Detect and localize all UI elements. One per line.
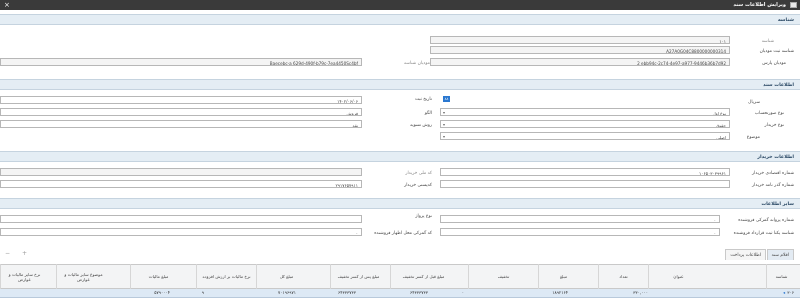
col-after-discount[interactable]: مبلغ پس از كسر تخفيف — [330, 264, 386, 289]
license-field[interactable]: ۰ — [440, 215, 720, 223]
cell-before-discount[interactable]: ۶۴۳۳۳۷۳۳ — [410, 290, 428, 298]
subject-select[interactable]: اصلی ▾ — [440, 132, 730, 140]
close-icon[interactable]: × — [4, 1, 10, 9]
buyer-type-label: نوع خريدار — [764, 123, 784, 128]
tax-id-field[interactable]: A27A0G04C8800000000314 — [430, 46, 730, 54]
col-vat[interactable]: مبلغ ماليات — [130, 264, 186, 289]
chevron-down-icon: ▾ — [443, 110, 446, 115]
taxpayer-field[interactable]: 2 ebb94c-2c74-4e97-a977-9446b36b7d92 — [430, 58, 730, 66]
license-label: شماره پروانه گمركی فروشنده — [738, 218, 794, 223]
flight-type-label: نوع پرواز — [415, 214, 432, 219]
settlement-label: روش تسويه — [410, 123, 432, 128]
taxpayer-id-label: موديان شناسه — [403, 61, 430, 66]
pattern-label: نوع صورتحساب — [754, 111, 784, 116]
economic-code-field[interactable]: ۱۰۶۵۰۳۰۳۹۹۶۱ — [440, 168, 730, 176]
doc-date-label: تاريخ ثبت — [415, 97, 432, 102]
section-document-title: اطلاعات سند — [763, 82, 794, 88]
serial-field[interactable]: ۱۰۱ — [430, 36, 730, 44]
cell-after-discount[interactable]: ۶۴۳۳۳۷۳۳ — [338, 290, 356, 298]
section-buyer-title: اطلاعات خريدار — [757, 154, 794, 160]
taxpayer-label: موديان پارس — [762, 61, 786, 66]
doc-serial-field[interactable]: ۸۸ — [443, 96, 450, 102]
window-titlebar: ویرایش اطلاعات سند × — [0, 0, 800, 10]
passport-field[interactable] — [440, 180, 730, 188]
cell-vat[interactable]: ۵۷۹۰۰۰۴ — [154, 290, 170, 298]
col-before-discount[interactable]: مبلغ قبل از كسر تخفيف — [390, 264, 456, 289]
col-total[interactable]: مبلغ كل — [256, 264, 316, 289]
economic-code-label: شماره اقتصادی خريدار — [752, 171, 794, 176]
template-label: الگو — [424, 111, 432, 116]
col-qty[interactable]: تعداد — [598, 264, 648, 289]
col-vat-rate[interactable]: نرخ ماليات بر ارزش افزوده — [196, 264, 256, 289]
buyer-type-select[interactable]: حقوق ▾ — [440, 120, 730, 128]
registry-label: شناسه يكتا ثبت قرارداد فروشنده — [733, 231, 794, 236]
chevron-down-icon: ▾ — [443, 134, 446, 139]
table-row[interactable] — [0, 289, 800, 298]
doc-date-field[interactable]: ۱۴۰۲/۰۶/۰۶ — [0, 96, 362, 104]
cell-discount[interactable]: ۰ — [462, 290, 464, 298]
flight-type-field[interactable] — [0, 215, 362, 223]
col-other-subject[interactable]: موضوع ساير ماليات و عوارض — [56, 264, 110, 289]
cell-total[interactable]: ۷۰۱۹۶۹۷۱ — [278, 290, 296, 298]
national-id-field[interactable] — [0, 168, 362, 176]
tax-id-label: شناسه ثبت موديان — [759, 49, 794, 54]
section-other-header[interactable]: ساير اطلاعات — [0, 198, 800, 209]
col-id[interactable]: شناسه — [766, 264, 796, 289]
col-price[interactable]: مبلغ — [538, 264, 588, 289]
template-field[interactable]: فروش — [0, 108, 362, 116]
postal-code-field[interactable]: ۲۹۱۷۶۵۷۹۱۱ — [0, 180, 362, 188]
add-icon[interactable]: + — [22, 250, 27, 257]
taxpayer-id-field[interactable]: Baecebc-a 629d-490f-b79c-7ea4450Sc4bf — [0, 58, 362, 66]
remove-icon[interactable]: − — [5, 250, 10, 257]
section-other-title: ساير اطلاعات — [761, 201, 794, 207]
settlement-field[interactable]: نقد — [0, 120, 362, 128]
passport-label: شماره گذر نامه خريدار — [752, 183, 794, 188]
col-other-rate[interactable]: نرخ ساير ماليات و عوارض — [0, 264, 48, 289]
col-title[interactable]: عنوان — [648, 264, 708, 289]
window-title: ویرایش اطلاعات سند — [733, 2, 786, 8]
section-document-header[interactable]: اطلاعات سند — [0, 79, 800, 90]
section-identity-title: شناسه — [777, 17, 794, 23]
serial-label: شناسه — [761, 39, 774, 44]
window-icon — [790, 2, 797, 8]
tab-payment[interactable]: اطلاعات پرداخت — [725, 249, 766, 260]
cell-vat-rate[interactable]: ۹ — [202, 290, 204, 298]
tab-items[interactable]: اقلام سند — [766, 249, 794, 260]
pattern-select[interactable]: نوع اول ▾ — [440, 108, 730, 116]
registry-field[interactable]: ۰ — [440, 228, 720, 236]
doc-serial-label: سريال — [748, 100, 760, 105]
chevron-down-icon: ▾ — [443, 122, 446, 127]
cell-price[interactable]: ۱۸۹۲۱۶۴ — [552, 290, 568, 298]
postal-code-label: كدپستی خريدار — [404, 183, 432, 188]
national-id-label: كد ملی خريدار — [405, 171, 432, 176]
cell-qty[interactable]: ۳۳۰,۰۰۰ — [633, 290, 648, 298]
section-buyer-header[interactable]: اطلاعات خريدار — [0, 151, 800, 162]
subject-label: موضوع — [746, 135, 760, 140]
customs-code-label: كد گمركی محل اظهار فروشنده — [374, 231, 432, 236]
customs-code-field[interactable]: ۰ — [0, 228, 362, 236]
cell-id[interactable]: ۳۰۶ — [787, 290, 794, 298]
row-arrow-icon: ◂ — [783, 290, 786, 295]
section-identity-header[interactable]: شناسه — [0, 14, 800, 25]
col-discount[interactable]: تخفيف — [468, 264, 538, 289]
